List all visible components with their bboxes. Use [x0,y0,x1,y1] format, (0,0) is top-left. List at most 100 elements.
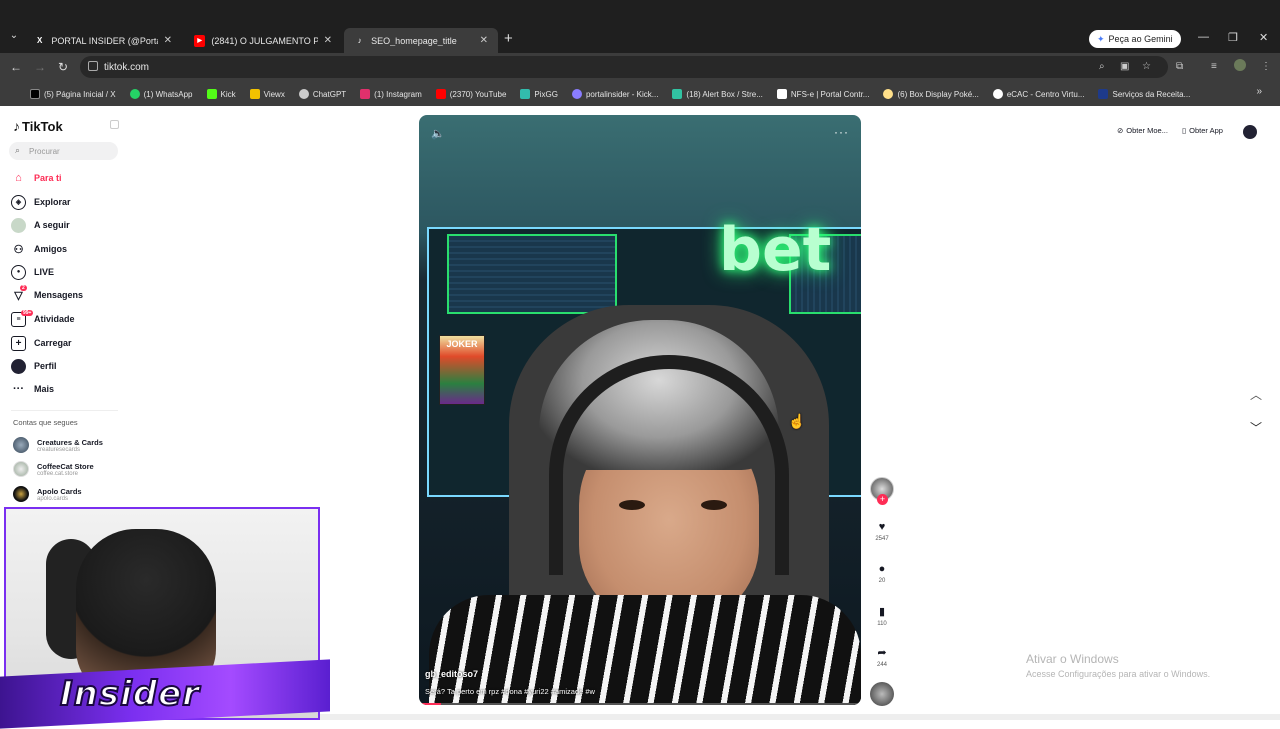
close-window-button[interactable]: ✕ [1259,31,1268,44]
save-button[interactable]: ▮ 110 [870,605,894,627]
user-avatar[interactable] [1243,125,1257,139]
follow-plus-icon[interactable]: + [877,494,888,505]
extensions-icon[interactable]: ⧉ [1176,61,1183,72]
activity-icon: ≡ 99+ [11,309,34,327]
bookmark-label: (6) Box Display Poké... [897,89,979,99]
get-coins-button[interactable]: ⊘ Obter Moe... [1117,126,1168,135]
x-icon: X [37,36,43,45]
video-player[interactable]: bet JOKER 🔈 ··· gb_editoso7 Será? Ta per… [419,115,861,705]
nav-a-seguir[interactable]: A seguir [11,216,70,234]
video-progress-fill [419,703,442,705]
more-bookmarks-icon[interactable]: » [1256,86,1262,97]
chatgpt-icon [298,89,309,99]
nav-explorar[interactable]: ◈ Explorar [11,193,71,211]
bookmark-item[interactable]: NFS-e | Portal Contr... [776,89,869,99]
nav-atividade[interactable]: ≡ 99+ Atividade [11,309,75,328]
zoom-icon[interactable]: ⌕ [1099,61,1105,72]
nav-mais[interactable]: ··· Mais [11,380,54,398]
tiktok-logo[interactable]: ♪ TikTok [13,118,63,134]
close-tab-icon[interactable]: ✕ [480,35,488,46]
nav-live[interactable]: ● LIVE [11,263,54,281]
like-button[interactable]: ♥ 2547 [870,521,894,542]
volume-icon[interactable]: 🔈 [431,127,445,140]
site-info-icon[interactable] [88,61,98,71]
install-app-icon[interactable]: ▣ [1120,61,1129,72]
following-account[interactable]: Apolo Cards apolo.cards [13,486,82,502]
minimize-button[interactable]: — [1198,31,1209,43]
tiktok-note-icon: ♪ [13,118,20,134]
nav-carregar[interactable]: + Carregar [11,334,72,352]
bookmark-item[interactable]: Kick [206,89,236,99]
bookmark-item[interactable]: eCAC - Centro Virtu... [992,89,1084,99]
bookmark-item[interactable]: (2370) YouTube [435,89,506,99]
tab-search-icon[interactable]: ⌄ [6,30,22,48]
gemini-button[interactable]: ✦ Peça ao Gemini [1089,30,1181,48]
share-button[interactable]: ➦ 244 [870,646,894,668]
close-tab-icon[interactable]: ✕ [164,35,172,46]
forward-icon[interactable]: → [34,60,46,74]
collapse-sidebar-icon[interactable] [110,120,119,129]
bookmark-item[interactable]: (1) WhatsApp [129,89,193,99]
bookmark-label: (1) WhatsApp [143,89,193,99]
tab-youtube[interactable]: ▶ (2841) O JULGAMENTO PELA M... ✕ [184,28,342,53]
tab-title: PORTAL INSIDER (@Portal_Insider) / X [51,35,157,46]
nav-perfil[interactable]: Perfil [11,357,57,375]
restore-button[interactable]: ❐ [1228,31,1238,44]
address-bar[interactable]: tiktok.com [80,56,1168,78]
bookmark-star-icon[interactable]: ☆ [1142,61,1151,72]
bookmark-item[interactable]: (6) Box Display Poké... [883,89,979,99]
profile-avatar-icon[interactable] [1234,59,1246,71]
bookmark-label: Viewx [263,89,285,99]
close-tab-icon[interactable]: ✕ [324,35,332,46]
bookmark-label: Kick [220,89,236,99]
video-progress-bar[interactable] [419,703,861,705]
account-name: Apolo Cards [37,486,82,496]
more-options-icon[interactable]: ··· [834,125,849,139]
comment-icon: ● [878,563,886,575]
bookmark-item[interactable]: ChatGPT [298,89,346,99]
nav-label: Carregar [34,338,72,348]
sparkle-icon: ✦ [1097,33,1105,44]
bookmark-item[interactable]: PixGG [520,89,558,99]
tab-x[interactable]: X PORTAL INSIDER (@Portal_Insider) / X ✕ [24,28,182,53]
save-count: 110 [877,621,887,627]
new-tab-button[interactable]: + [504,30,513,47]
chevron-up-icon[interactable]: ︿ [1250,386,1262,403]
account-name: Creatures & Cards [37,437,103,447]
bookmark-item[interactable]: Viewx [249,89,285,99]
bookmark-item[interactable]: (5) Página Inicial / X [30,89,116,99]
person-eye [619,500,645,510]
comment-button[interactable]: ● 20 [870,563,894,584]
bookmark-item[interactable]: portalinsider - Kick... [571,89,658,99]
nav-label: Perfil [34,361,57,371]
reading-list-icon[interactable]: ≡ [1211,61,1217,72]
comment-count: 20 [878,578,886,584]
following-account[interactable]: CoffeeCat Store coffee.cat.store [13,461,94,477]
bookmark-item[interactable]: (1) Instagram [360,89,422,99]
video-author[interactable]: gb_editoso7 [425,669,478,679]
bookmark-label: (5) Página Inicial / X [44,89,116,99]
bookmark-item[interactable]: (18) Alert Box / Stre... [672,89,763,99]
background-grid-left [447,234,617,314]
music-disc-avatar[interactable] [870,682,894,706]
bookmark-label: (1) Instagram [374,89,422,99]
get-app-button[interactable]: ▯ Obter App [1182,126,1223,135]
bookmark-item[interactable]: Serviços da Receita... [1098,89,1190,99]
kick-icon [206,89,217,99]
streamlabs-icon [672,89,683,99]
chevron-down-icon[interactable]: ﹀ [1250,419,1262,436]
nav-para-ti[interactable]: ⌂ Para ti [11,169,61,187]
nav-amigos[interactable]: ⚇ Amigos [11,240,67,258]
tab-title: SEO_homepage_title [371,35,457,46]
nav-mensagens[interactable]: ▽ 2 Mensagens [11,284,83,304]
instagram-icon [360,89,371,99]
bookmarks-bar: (5) Página Inicial / X (1) WhatsApp Kick… [0,82,1280,106]
search-input[interactable]: ⌕ Procurar [9,142,118,160]
tab-tiktok[interactable]: ♪ SEO_homepage_title ✕ [344,28,498,53]
avatar [13,461,29,477]
reload-icon[interactable]: ↻ [58,60,68,74]
back-icon[interactable]: ← [10,60,22,74]
following-account[interactable]: Creatures & Cards creaturesecards [13,437,103,453]
kebab-menu-icon[interactable]: ⋮ [1261,61,1271,72]
insider-logo: Insider [59,673,200,715]
